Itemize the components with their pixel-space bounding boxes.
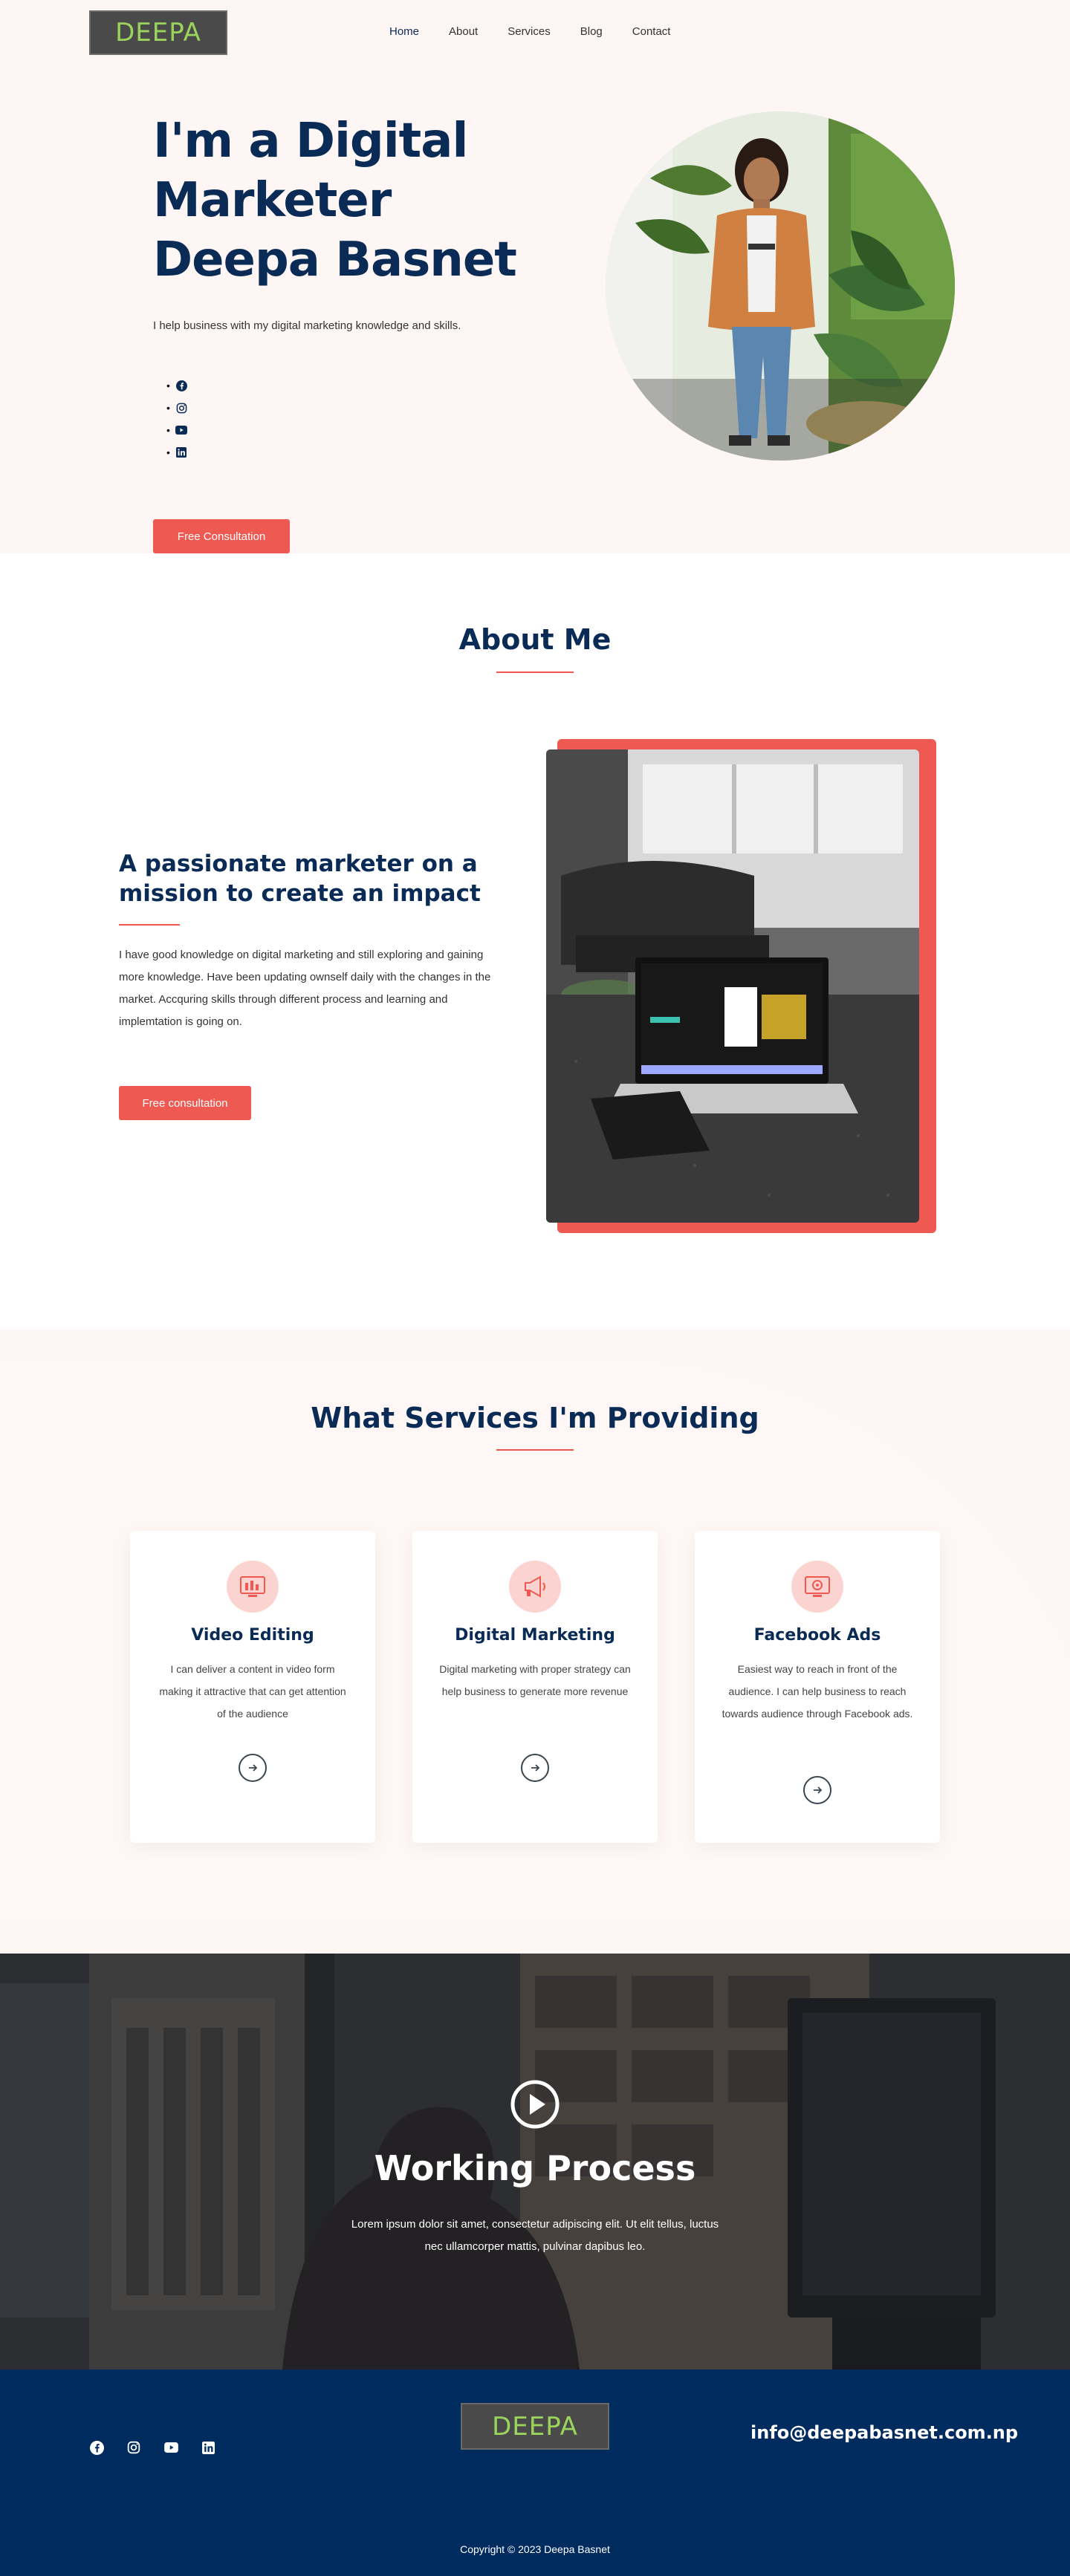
top-navbar: DEEPA Home About Services Blog Contact [0,0,1070,67]
video-editing-icon [227,1561,279,1613]
services-title-underline [496,1449,574,1451]
linkedin-icon[interactable] [201,2440,215,2455]
service-card-text: Easiest way to reach in front of the aud… [722,1663,913,1720]
service-card-title: Digital Marketing [455,1626,615,1645]
social-item-linkedin [166,441,187,464]
hero-subtitle: I help business with my digital marketin… [153,319,461,332]
about-section: About Me A passionate marketer on a miss… [0,553,1070,1330]
instagram-icon[interactable] [175,402,187,414]
service-card-text: Digital marketing with proper strategy c… [439,1663,631,1697]
ads-monitor-icon [791,1561,843,1613]
working-process-section: Working Process Lorem ipsum dolor sit am… [0,1954,1070,2370]
about-paragraph: I have good knowledge on digital marketi… [119,949,491,1028]
service-card-video-editing[interactable]: Video Editing I can deliver a content in… [130,1531,375,1843]
service-card-text: I can deliver a content in video form ma… [159,1663,346,1720]
footer-copyright: Copyright © 2023 Deepa Basnet [460,2543,610,2555]
nav-link-blog[interactable]: Blog [580,25,603,38]
about-consultation-button[interactable]: Free consultation [119,1086,251,1120]
service-card-digital-marketing[interactable]: Digital Marketing Digital marketing with… [412,1531,658,1843]
about-title: About Me [458,623,612,656]
services-title: What Services I'm Providing [311,1402,759,1434]
about-heading-underline [119,924,180,926]
hero-section: I'm a Digital Marketer Deepa Basnet I he… [0,67,1070,553]
service-card-facebook-ads[interactable]: Facebook Ads Easiest way to reach in fro… [695,1531,940,1843]
service-card-title: Video Editing [191,1626,314,1645]
social-item-instagram [166,397,187,419]
play-video-icon[interactable] [510,2080,560,2129]
youtube-icon[interactable] [163,2440,178,2455]
service-card-title: Facebook Ads [753,1626,881,1645]
about-heading: A passionate marketer on a mission to cr… [119,850,481,907]
site-logo[interactable]: DEEPA [89,10,227,55]
arrow-right-icon[interactable] [521,1754,549,1782]
about-laptop-photo [546,749,919,1223]
site-footer: DEEPA info@deepabasnet.com.np Copyright … [0,2370,1070,2576]
portrait-photo [606,111,955,461]
main-menu: Home About Services Blog Contact [389,25,670,38]
footer-social-icons [89,2440,215,2455]
nav-link-about[interactable]: About [449,25,478,38]
instagram-icon[interactable] [126,2440,141,2455]
footer-logo[interactable]: DEEPA [461,2403,609,2450]
youtube-icon[interactable] [175,424,187,436]
megaphone-icon [509,1561,561,1613]
arrow-right-icon[interactable] [803,1776,831,1804]
nav-link-home[interactable]: Home [389,25,419,38]
social-item-facebook [166,374,187,397]
social-item-youtube [166,419,187,441]
facebook-icon[interactable] [89,2440,104,2455]
nav-link-services[interactable]: Services [508,25,551,38]
linkedin-icon[interactable] [175,446,187,458]
footer-email[interactable]: info@deepabasnet.com.np [750,2422,1018,2443]
free-consultation-button[interactable]: Free Consultation [153,519,290,553]
working-process-text: Lorem ipsum dolor sit amet, consectetur … [351,2218,719,2253]
working-process-title: Working Process [374,2148,696,2188]
nav-link-contact[interactable]: Contact [632,25,671,38]
hero-social-list [166,374,187,464]
about-title-underline [496,671,574,673]
hero-title: I'm a Digital Marketer Deepa Basnet [153,114,517,287]
services-section: What Services I'm Providing Video Editin… [0,1330,1070,1954]
facebook-icon[interactable] [175,380,187,391]
arrow-right-icon[interactable] [239,1754,267,1782]
